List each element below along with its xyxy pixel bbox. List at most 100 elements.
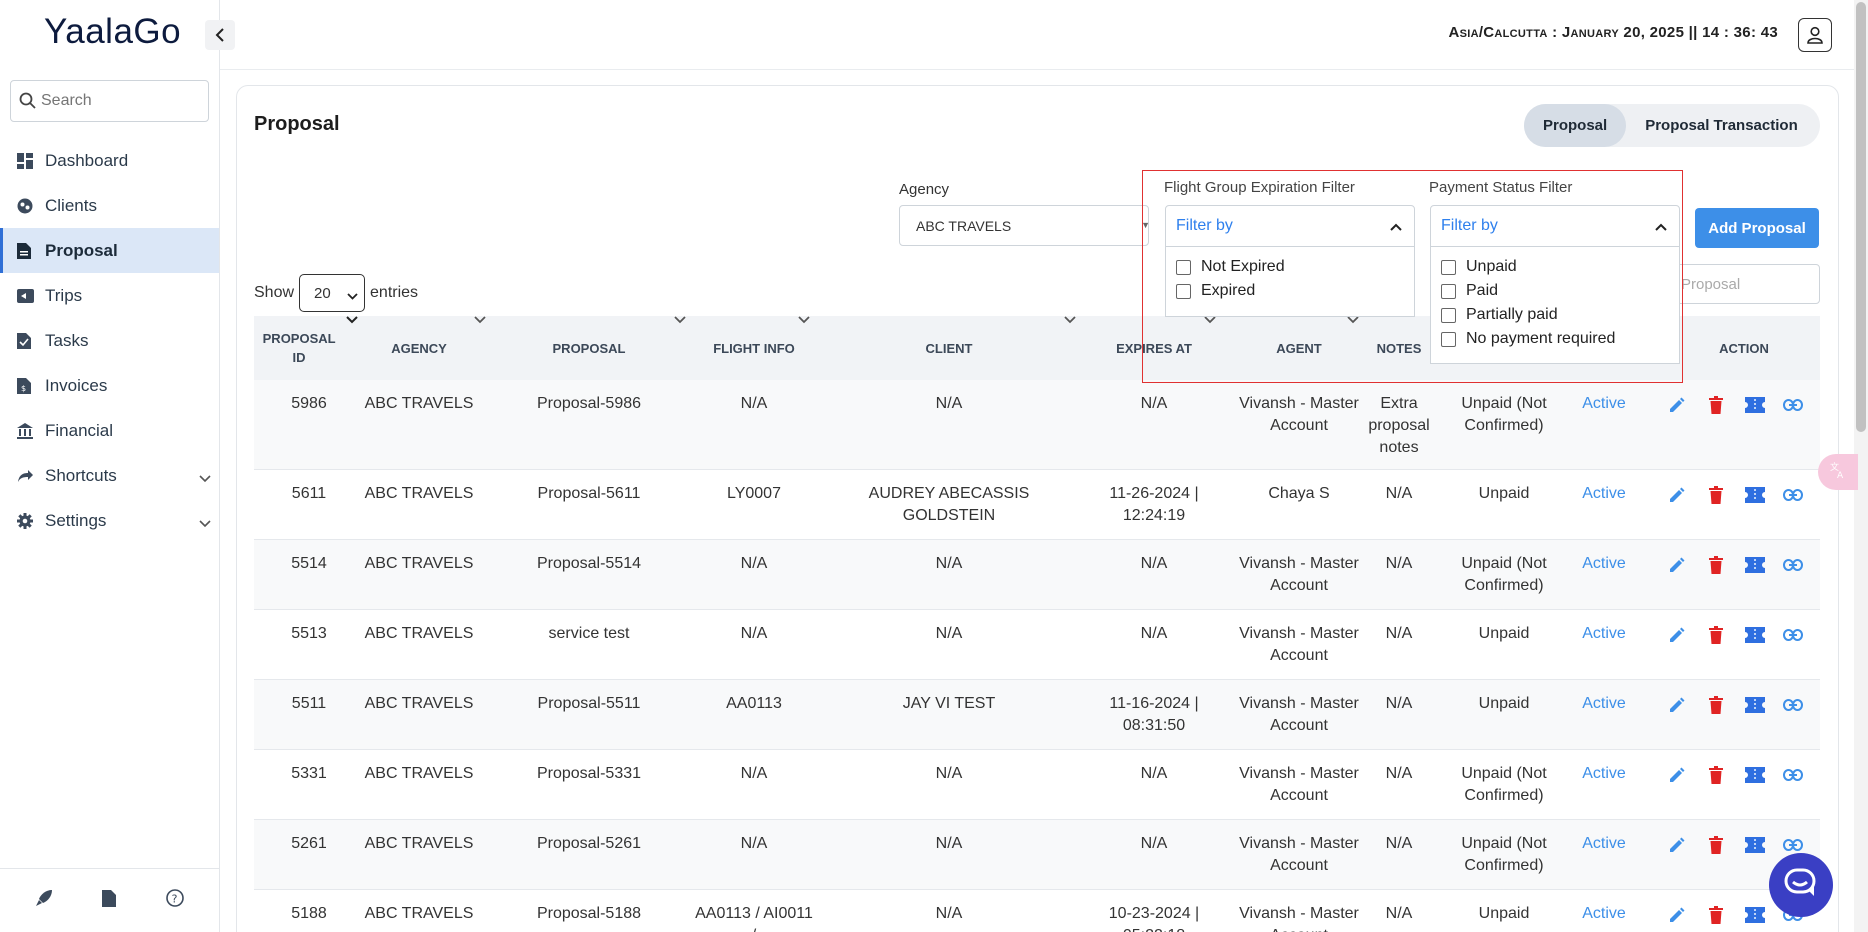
- payment-filter-select[interactable]: Filter by: [1430, 205, 1680, 247]
- sidebar-item-trips[interactable]: Trips: [0, 273, 219, 318]
- checkbox[interactable]: [1176, 283, 1191, 299]
- cell-proposal[interactable]: Proposal-5261: [504, 833, 674, 855]
- delete-icon[interactable]: [1703, 392, 1729, 418]
- entries-select[interactable]: 20: [299, 274, 366, 312]
- sidebar-item-invoices[interactable]: $ Invoices: [0, 363, 219, 408]
- column-header-notes[interactable]: NOTES: [1364, 316, 1434, 380]
- user-menu-button[interactable]: [1798, 18, 1832, 52]
- edit-icon[interactable]: [1664, 832, 1690, 858]
- sidebar-search[interactable]: [10, 80, 209, 122]
- link-icon[interactable]: [1780, 622, 1806, 648]
- edit-icon[interactable]: [1664, 482, 1690, 508]
- delete-icon[interactable]: [1703, 552, 1729, 578]
- column-header-proposal[interactable]: PROPOSAL: [504, 316, 674, 380]
- cell-client: JAY VI TEST: [902, 695, 996, 712]
- agency-select[interactable]: ABC TRAVELS ▼: [899, 205, 1150, 246]
- document-icon[interactable]: [102, 889, 117, 912]
- option-unpaid[interactable]: Unpaid: [1431, 255, 1679, 279]
- checkbox[interactable]: [1441, 283, 1456, 299]
- delete-icon[interactable]: [1703, 622, 1729, 648]
- cell-flight-info: AA0113 / AI0011 /: [695, 905, 813, 932]
- sort-chevron-icon[interactable]: [1204, 316, 1216, 324]
- ticket-icon[interactable]: [1742, 902, 1768, 928]
- ticket-icon[interactable]: [1742, 692, 1768, 718]
- brand-logo[interactable]: YaalaGo: [44, 12, 181, 52]
- link-icon[interactable]: [1780, 692, 1806, 718]
- delete-icon[interactable]: [1703, 902, 1729, 928]
- cell-proposal[interactable]: Proposal-5986: [504, 393, 674, 415]
- sort-chevron-icon[interactable]: [474, 316, 486, 324]
- translate-widget[interactable]: 文A: [1818, 454, 1858, 490]
- edit-icon[interactable]: [1664, 762, 1690, 788]
- column-header-proposal-id[interactable]: PROPOSAL ID: [263, 316, 336, 380]
- link-icon[interactable]: [1780, 392, 1806, 418]
- sidebar-item-clients[interactable]: Clients: [0, 183, 219, 228]
- chevron-down-icon[interactable]: [199, 468, 211, 488]
- tab-proposal-transaction[interactable]: Proposal Transaction: [1626, 104, 1817, 147]
- cell-proposal[interactable]: Proposal-5511: [504, 693, 674, 715]
- sort-chevron-icon[interactable]: [798, 316, 810, 324]
- sidebar-item-shortcuts[interactable]: Shortcuts: [0, 453, 219, 498]
- sidebar-item-financial[interactable]: Financial: [0, 408, 219, 453]
- column-header-expires-at[interactable]: EXPIRES AT: [1094, 316, 1214, 380]
- link-icon[interactable]: [1780, 552, 1806, 578]
- ticket-icon[interactable]: [1742, 552, 1768, 578]
- chevron-down-icon[interactable]: [199, 513, 211, 533]
- delete-icon[interactable]: [1703, 832, 1729, 858]
- tab-proposal[interactable]: Proposal: [1524, 104, 1627, 147]
- sort-chevron-icon[interactable]: [1347, 316, 1359, 324]
- sidebar-collapse-button[interactable]: [205, 20, 235, 50]
- sidebar-item-proposal[interactable]: Proposal: [0, 228, 219, 273]
- cell-payment-status: Unpaid (Not Confirmed): [1461, 395, 1547, 434]
- edit-icon[interactable]: [1664, 902, 1690, 928]
- sidebar-item-tasks[interactable]: Tasks: [0, 318, 219, 363]
- checkbox[interactable]: [1441, 331, 1456, 347]
- column-header-flight-info[interactable]: FLIGHT INFO: [694, 316, 814, 380]
- sort-chevron-icon[interactable]: [1064, 316, 1076, 324]
- edit-icon[interactable]: [1664, 552, 1690, 578]
- link-icon[interactable]: [1780, 482, 1806, 508]
- option-expired[interactable]: Expired: [1166, 279, 1414, 303]
- ticket-icon[interactable]: [1742, 832, 1768, 858]
- ticket-icon[interactable]: [1742, 622, 1768, 648]
- cell-proposal[interactable]: Proposal-5331: [504, 763, 674, 785]
- cell-payment-status: Unpaid: [1478, 695, 1530, 712]
- add-proposal-button[interactable]: Add Proposal: [1695, 208, 1819, 248]
- checkbox[interactable]: [1176, 259, 1191, 275]
- cell-proposal[interactable]: service test: [504, 623, 674, 645]
- checkbox[interactable]: [1441, 259, 1456, 275]
- option-not-expired[interactable]: Not Expired: [1166, 255, 1414, 279]
- cell-proposal[interactable]: Proposal-5514: [504, 553, 674, 575]
- help-icon[interactable]: ?: [166, 889, 184, 912]
- option-paid[interactable]: Paid: [1431, 279, 1679, 303]
- option-partially-paid[interactable]: Partially paid: [1431, 303, 1679, 327]
- agency-label: Agency: [899, 181, 950, 198]
- sidebar-item-settings[interactable]: Settings: [0, 498, 219, 543]
- ticket-icon[interactable]: [1742, 482, 1768, 508]
- delete-icon[interactable]: [1703, 692, 1729, 718]
- cell-proposal[interactable]: Proposal-5611: [504, 483, 674, 505]
- scrollbar-thumb[interactable]: [1856, 2, 1866, 432]
- column-header-agent[interactable]: AGENT: [1234, 316, 1364, 380]
- column-header-client[interactable]: CLIENT: [824, 316, 1074, 380]
- edit-icon[interactable]: [1664, 622, 1690, 648]
- delete-icon[interactable]: [1703, 762, 1729, 788]
- cell-proposal[interactable]: Proposal-5188: [504, 903, 674, 925]
- link-icon[interactable]: [1780, 762, 1806, 788]
- option-no-payment-required[interactable]: No payment required: [1431, 327, 1679, 351]
- chat-support-button[interactable]: [1769, 853, 1833, 917]
- sidebar-search-input[interactable]: [41, 92, 201, 110]
- ticket-icon[interactable]: [1742, 762, 1768, 788]
- cell-client: N/A: [935, 835, 963, 852]
- flight-filter-select[interactable]: Filter by: [1165, 205, 1415, 247]
- sidebar-item-dashboard[interactable]: Dashboard: [0, 138, 219, 183]
- checkbox[interactable]: [1441, 307, 1456, 323]
- column-header-agency[interactable]: AGENCY: [354, 316, 484, 380]
- ticket-icon[interactable]: [1742, 392, 1768, 418]
- edit-icon[interactable]: [1664, 692, 1690, 718]
- rocket-icon[interactable]: [35, 889, 53, 912]
- edit-icon[interactable]: [1664, 392, 1690, 418]
- sidebar: YaalaGo Dashboard Clients Proposal Trips…: [0, 0, 220, 932]
- delete-icon[interactable]: [1703, 482, 1729, 508]
- sort-chevron-icon[interactable]: [674, 316, 686, 324]
